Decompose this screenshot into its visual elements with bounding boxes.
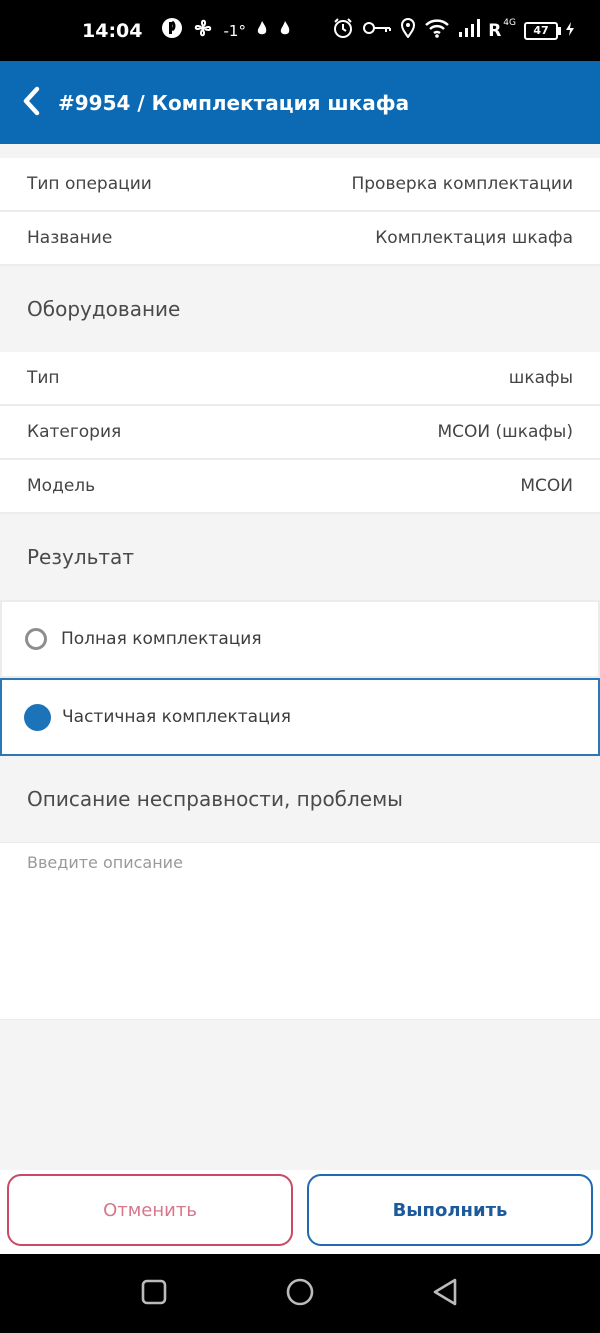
back-button[interactable] [0,61,58,144]
chevron-left-icon [21,86,41,120]
flame-icon [255,19,269,42]
system-nav-bar [0,1254,600,1333]
home-button[interactable] [260,1254,340,1333]
info-row-operation-type: Тип операции Проверка комплектации [0,158,600,212]
location-icon [400,18,416,43]
radio-option-label: Частичная комплектация [62,707,291,727]
status-bar: 14:04 -1° R 4G 47 [0,0,600,61]
cancel-button[interactable]: Отменить [7,1174,293,1246]
app-bar: #9954 / Комплектация шкафа [0,61,600,144]
action-bar: Отменить Выполнить [0,1170,600,1254]
equipment-row-type: Тип шкафы [0,352,600,406]
description-field-container [0,842,600,1020]
radio-option-full-set[interactable]: Полная комплектация [0,600,600,678]
task-details: Тип операции Проверка комплектации Назва… [0,144,600,1020]
radio-unchecked-icon [25,628,47,650]
recents-button[interactable] [114,1254,194,1333]
charging-icon [566,20,574,41]
battery-icon: 47 [524,21,561,40]
description-input[interactable] [27,853,573,1009]
radio-option-label: Полная комплектация [61,629,262,649]
info-value: Комплектация шкафа [375,228,573,248]
equipment-label: Категория [27,422,122,442]
status-time: 14:04 [82,19,143,42]
radio-checked-icon [24,703,51,731]
equipment-row-category: Категория МСОИ (шкафы) [0,406,600,460]
section-heading-description: Описание несправности, проблемы [0,756,600,842]
section-heading-equipment: Оборудование [0,266,600,352]
recents-icon [141,1279,167,1309]
equipment-value: МСОИ (шкафы) [437,422,573,442]
roaming-indicator: R [488,20,502,41]
status-bar-right: R 4G 47 [332,17,574,44]
spacer [0,144,600,158]
equipment-value: МСОИ [520,476,573,496]
page-title: #9954 / Комплектация шкафа [58,90,410,115]
flame-icon-2 [278,19,292,42]
equipment-row-model: Модель МСОИ [0,460,600,514]
nav-back-button[interactable] [405,1254,485,1333]
status-bar-left: 14:04 -1° [82,17,292,44]
back-icon [431,1277,459,1311]
info-value: Проверка комплектации [351,174,573,194]
section-heading-result: Результат [0,514,600,600]
submit-button[interactable]: Выполнить [307,1174,593,1246]
wifi-icon [424,18,450,43]
status-temperature: -1° [223,21,246,40]
equipment-value: шкафы [508,368,573,388]
app-notification-icon [161,17,183,44]
equipment-label: Тип [27,368,60,388]
network-type: 4G [503,17,516,28]
info-label: Тип операции [27,174,152,194]
home-icon [285,1277,315,1311]
vpn-key-icon [362,20,392,41]
alarm-icon [332,17,354,44]
signal-icon [458,18,481,43]
info-label: Название [27,228,113,248]
equipment-label: Модель [27,476,96,496]
info-row-name: Название Комплектация шкафа [0,212,600,266]
fan-icon [192,17,214,44]
radio-option-partial-set[interactable]: Частичная комплектация [0,678,600,756]
